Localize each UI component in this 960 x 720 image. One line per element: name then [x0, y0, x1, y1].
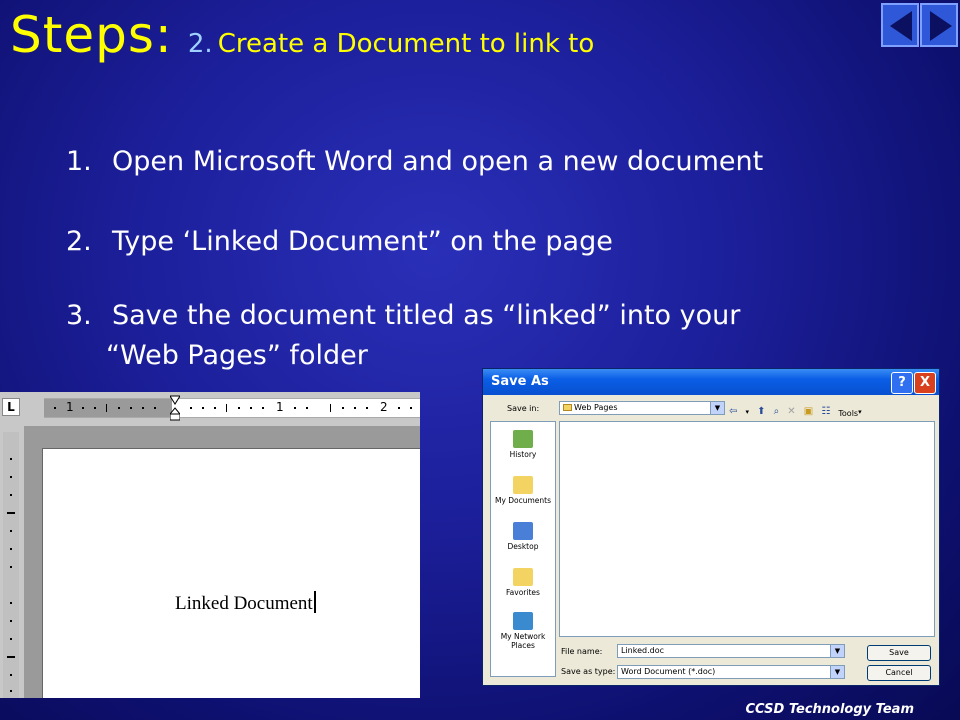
- favorites-icon: [513, 568, 533, 586]
- file-list[interactable]: [559, 421, 935, 637]
- step-text: Type ‘Linked Document” on the page: [112, 226, 613, 257]
- step-2: 2. Type ‘Linked Document” on the page: [66, 222, 613, 262]
- folder-icon: [563, 404, 572, 411]
- places-bar: History My Documents Desktop Favorites M…: [490, 421, 556, 677]
- slide-title: Steps: 2. Create a Document to link to: [10, 6, 594, 64]
- place-label: Favorites: [506, 588, 540, 597]
- place-label: My Network Places: [500, 632, 546, 650]
- save-in-value: Web Pages: [574, 403, 618, 412]
- file-name-value: Linked.doc: [621, 646, 665, 655]
- linked-document-text: Linked Document: [175, 593, 313, 614]
- place-label: My Documents: [494, 496, 552, 505]
- chevron-down-icon: ▼: [710, 402, 724, 414]
- network-places-icon: [513, 612, 533, 630]
- footer-credit: CCSD Technology Team: [745, 702, 914, 717]
- text-cursor: [313, 591, 316, 613]
- place-desktop[interactable]: Desktop: [491, 522, 555, 551]
- tools-dropdown-icon[interactable]: ▾: [858, 408, 862, 416]
- title-step-number: 2.: [187, 29, 213, 59]
- save-as-type-dropdown[interactable]: Word Document (*.doc) ▼: [617, 665, 845, 679]
- back-dropdown-icon[interactable]: ▾: [745, 408, 749, 416]
- search-web-icon[interactable]: ⌕: [774, 406, 780, 417]
- indent-marker-icon[interactable]: [170, 394, 180, 422]
- document-page[interactable]: Linked Document: [42, 448, 420, 698]
- step-1: 1. Open Microsoft Word and open a new doc…: [66, 142, 763, 182]
- step-number: 3.: [66, 300, 92, 331]
- history-icon: [513, 430, 533, 448]
- views-icon[interactable]: ☷: [821, 406, 830, 417]
- next-slide-button[interactable]: [920, 3, 958, 47]
- save-in-label: Save in:: [507, 404, 540, 413]
- ruler-margin: [44, 399, 172, 417]
- document-text: Linked Document: [175, 591, 316, 615]
- triangle-right-icon: [930, 11, 952, 41]
- place-my-documents[interactable]: My Documents: [491, 476, 555, 505]
- ruler-label: 1: [276, 400, 284, 414]
- vertical-ruler: [3, 432, 19, 698]
- chevron-down-icon: ▼: [830, 666, 844, 678]
- title-subtitle: Create a Document to link to: [217, 29, 595, 59]
- new-folder-icon[interactable]: ▣: [804, 406, 813, 417]
- step-text: Open Microsoft Word and open a new docum…: [112, 146, 764, 177]
- save-in-dropdown[interactable]: Web Pages ▼: [559, 401, 725, 415]
- close-button[interactable]: X: [914, 372, 936, 394]
- ruler-label: 2: [380, 400, 388, 414]
- my-documents-icon: [513, 476, 533, 494]
- file-name-input[interactable]: Linked.doc ▼: [617, 644, 845, 658]
- ruler-label: 1: [66, 400, 74, 414]
- dialog-toolbar: ⇦ ▾ ⬆ ⌕ ✕ ▣ ☷ Tools▾: [729, 401, 865, 418]
- save-as-type-value: Word Document (*.doc): [621, 667, 716, 676]
- title-steps: Steps:: [10, 6, 173, 64]
- save-as-type-label: Save as type:: [561, 667, 616, 676]
- triangle-left-icon: [890, 11, 912, 41]
- word-document-screenshot: L 1 1 2 Linked Document: [0, 392, 420, 698]
- delete-icon[interactable]: ✕: [787, 406, 795, 417]
- chevron-down-icon: ▼: [830, 645, 844, 657]
- step-number: 2.: [66, 226, 92, 257]
- save-button[interactable]: Save: [867, 645, 931, 661]
- cancel-button[interactable]: Cancel: [867, 665, 931, 681]
- file-name-label: File name:: [561, 647, 603, 656]
- place-favorites[interactable]: Favorites: [491, 568, 555, 597]
- desktop-icon: [513, 522, 533, 540]
- back-icon[interactable]: ⇦: [729, 406, 737, 417]
- place-label: Desktop: [507, 542, 539, 551]
- dialog-title: Save As: [491, 374, 549, 389]
- tools-menu[interactable]: Tools: [838, 409, 858, 418]
- dialog-title-bar[interactable]: Save As ? X: [483, 369, 939, 395]
- step-3: 3. Save the document titled as “linked” i…: [66, 296, 740, 336]
- step-3-continuation: “Web Pages” folder: [106, 340, 368, 371]
- place-history[interactable]: History: [491, 430, 555, 459]
- horizontal-ruler: 1 1 2: [44, 398, 420, 418]
- place-label: History: [509, 450, 537, 459]
- step-number: 1.: [66, 146, 92, 177]
- up-folder-icon[interactable]: ⬆: [757, 406, 765, 417]
- previous-slide-button[interactable]: [881, 3, 919, 47]
- tab-stop-selector[interactable]: L: [2, 398, 20, 416]
- save-as-dialog: Save As ? X Save in: Web Pages ▼ ⇦ ▾ ⬆ ⌕…: [482, 368, 940, 686]
- help-button[interactable]: ?: [891, 372, 913, 394]
- step-text: Save the document titled as “linked” int…: [112, 300, 741, 331]
- place-network[interactable]: My Network Places: [491, 612, 555, 650]
